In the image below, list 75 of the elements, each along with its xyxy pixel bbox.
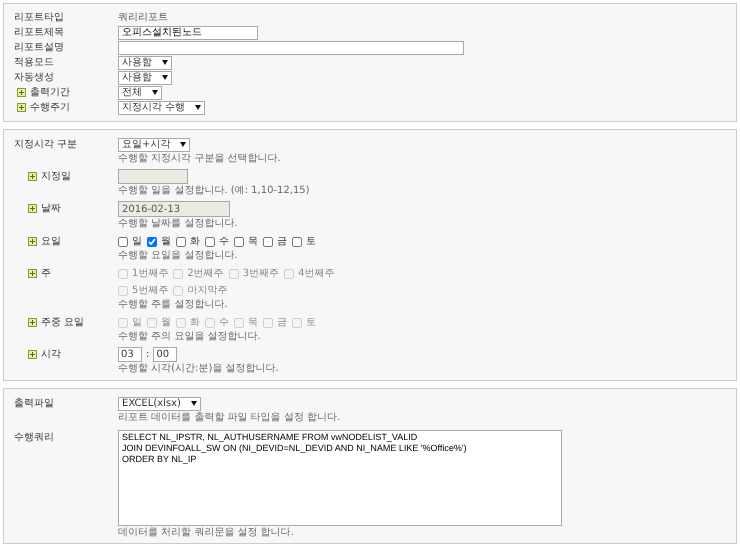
help-text: 리포트 데이터를 출력할 파일 타입을 설정 합니다.	[118, 412, 340, 424]
time-separator: :	[146, 348, 150, 362]
checkbox-label: 수	[219, 316, 229, 330]
checkbox-label: 금	[277, 235, 287, 249]
help-text: 데이터를 처리할 쿼리문을 설정 합니다.	[118, 527, 295, 539]
help-text: 수행할 주의 요일을 설정합니다.	[118, 331, 262, 343]
checkbox[interactable]	[205, 236, 215, 246]
dropdown-arrow-icon	[195, 105, 202, 110]
dropdown[interactable]: 지정시각 수행	[118, 100, 206, 114]
checkbox[interactable]	[263, 236, 273, 246]
field-label: 수행쿼리	[14, 431, 54, 445]
hour-field[interactable]: 03	[118, 347, 142, 362]
field-label: 적용모드	[14, 56, 54, 70]
query-textarea[interactable]: SELECT NL_IPSTR, NL_AUTHUSERNAME FROM vwNODELIST_VALID JOIN DEVINFOALL_SW ON (NI_DEVID=NL_DEVID AND NI_NAME LIKE '%Office%') ORDER BY NL_IP	[118, 430, 562, 526]
checkbox-label: 월	[161, 235, 171, 249]
field-label: 시각	[41, 348, 61, 362]
help-text: 수행할 지정시각 구분을 선택합니다.	[118, 153, 281, 165]
text-field[interactable]: 오피스설치된노드	[118, 26, 258, 40]
checkbox-label: 금	[277, 316, 287, 330]
help-text: 수행할 요일을 설정합니다.	[118, 250, 239, 262]
field-label: 요일	[41, 235, 61, 249]
checkbox[interactable]	[118, 236, 128, 246]
field-value: 쿼리리포트	[118, 11, 168, 25]
field-label: 자동생성	[14, 71, 54, 85]
checkbox-label: 4번째주	[298, 267, 334, 281]
checkbox-label: 화	[190, 316, 200, 330]
help-text: 수행할 날짜를 설정합니다.	[118, 218, 238, 230]
checkbox-label: 일	[132, 235, 142, 249]
checkbox-label: 월	[161, 316, 171, 330]
help-text: 수행할 시각(시간:분)을 설정합니다.	[118, 363, 279, 375]
checkbox-label: 2번째주	[187, 267, 224, 281]
checkbox[interactable]	[292, 236, 302, 246]
field-label: 리포트제목	[14, 26, 64, 40]
field-label: 출력파일	[14, 397, 54, 411]
checkbox-label: 토	[306, 316, 316, 330]
field-label: 지정시각 구분	[14, 138, 78, 152]
dropdown-arrow-icon	[180, 142, 186, 147]
field-label: 주중 요일	[41, 316, 84, 330]
checkbox[interactable]	[176, 236, 186, 246]
field-label: 출력기간	[30, 86, 70, 100]
checkbox-label: 5번째주	[132, 284, 168, 298]
checkbox-label: 목	[248, 235, 258, 249]
help-text: 수행할 일을 설정합니다. (예: 1,10-12,15)	[118, 185, 310, 197]
checkbox-label: 토	[306, 235, 316, 249]
checkbox-label: 수	[219, 235, 229, 249]
dropdown-arrow-icon	[152, 90, 158, 95]
field-label: 날짜	[41, 202, 61, 216]
field-label: 리포트타입	[14, 11, 64, 25]
checkbox-label: 화	[190, 235, 200, 249]
dropdown-arrow-icon	[162, 75, 168, 80]
checkbox-label: 일	[132, 316, 142, 330]
dropdown-arrow-icon	[190, 401, 197, 406]
expand-icon[interactable]	[17, 88, 26, 97]
expand-icon[interactable]	[28, 350, 37, 359]
checkbox-label: 목	[248, 316, 258, 330]
field-label: 수행주기	[30, 101, 70, 115]
field-label: 지정일	[41, 170, 71, 184]
field-label: 리포트설명	[14, 41, 64, 55]
checkbox-label: 3번째주	[242, 267, 280, 281]
dropdown[interactable]: 사용함	[118, 70, 172, 84]
expand-icon[interactable]	[17, 103, 26, 112]
checkbox-label: 1번째주	[132, 267, 168, 281]
dropdown[interactable]: 전체	[118, 86, 162, 100]
dropdown[interactable]: 요일+시각	[118, 138, 190, 152]
checkbox-label: 마지막주	[187, 284, 228, 298]
dropdown-arrow-icon	[162, 60, 168, 65]
checkbox[interactable]	[147, 236, 157, 246]
text-field[interactable]	[118, 40, 464, 54]
dropdown[interactable]: EXCEL(xlsx)	[118, 396, 201, 410]
field-label: 주	[41, 267, 51, 281]
minute-field[interactable]: 00	[153, 347, 178, 362]
expand-icon[interactable]	[28, 237, 37, 246]
checkbox[interactable]	[234, 236, 244, 246]
help-text: 수행할 주를 설정합니다.	[118, 299, 229, 311]
dropdown[interactable]: 사용함	[118, 56, 172, 70]
